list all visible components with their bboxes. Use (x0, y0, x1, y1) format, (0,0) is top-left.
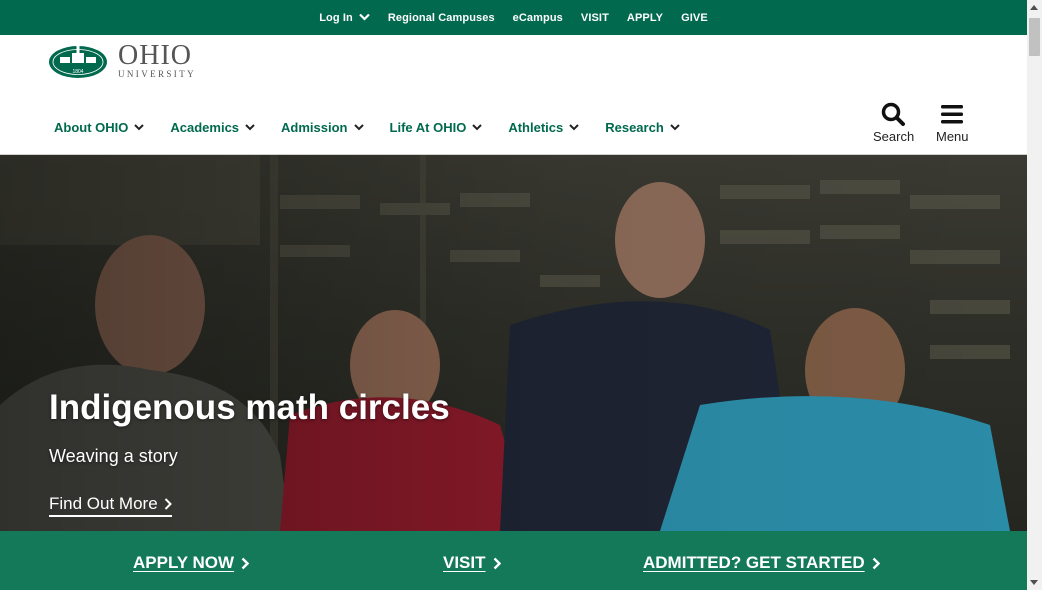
site-header: 1804 OHIO UNIVERSITY About OHIO Academic… (0, 35, 1027, 155)
seal-year: 1804 (72, 69, 83, 75)
chevron-down-icon (359, 12, 370, 24)
visit-action-link[interactable]: VISIT (443, 553, 501, 573)
logo-name: OHIO (118, 40, 192, 71)
apply-now-link[interactable]: APPLY NOW (133, 553, 250, 573)
chevron-right-icon (164, 498, 172, 510)
chevron-down-icon (472, 124, 483, 131)
chevron-down-icon (569, 124, 579, 131)
search-button[interactable]: Search (873, 102, 914, 144)
scroll-down-arrow-icon[interactable] (1030, 580, 1038, 585)
give-link[interactable]: GIVE (672, 12, 717, 24)
scroll-thumb[interactable] (1029, 18, 1040, 56)
hero-title: Indigenous math circles (49, 388, 450, 427)
find-out-more-label: Find Out More (49, 494, 158, 513)
login-link[interactable]: Log In (310, 12, 379, 24)
regional-campuses-link[interactable]: Regional Campuses (379, 12, 504, 24)
nav-athletics[interactable]: Athletics (508, 120, 579, 135)
chevron-down-icon (670, 124, 680, 131)
nav-about-ohio[interactable]: About OHIO (54, 120, 145, 135)
chevron-right-icon (872, 557, 880, 569)
visit-link[interactable]: VISIT (572, 12, 618, 24)
chevron-down-icon (353, 124, 364, 131)
nav-label: Academics (170, 120, 240, 135)
nav-academics[interactable]: Academics (170, 120, 255, 135)
logo-subname: UNIVERSITY (118, 69, 196, 79)
ohio-university-logo[interactable]: 1804 OHIO UNIVERSITY (48, 42, 196, 80)
scroll-up-arrow-icon[interactable] (1030, 5, 1038, 10)
hero-subtitle: Weaving a story (49, 446, 178, 466)
nav-label: Admission (281, 120, 348, 135)
nav-admission[interactable]: Admission (281, 120, 364, 135)
nav-label: About OHIO (54, 120, 129, 135)
search-icon (881, 102, 905, 126)
menu-label: Menu (936, 129, 969, 144)
nav-label: Athletics (508, 120, 564, 135)
visit-action-label: VISIT (443, 553, 486, 572)
nav-life-at-ohio[interactable]: Life At OHIO (390, 120, 483, 135)
apply-now-label: APPLY NOW (133, 553, 235, 572)
admitted-get-started-link[interactable]: ADMITTED? GET STARTED (643, 553, 880, 573)
university-seal-icon: 1804 (49, 42, 107, 78)
find-out-more-link[interactable]: Find Out More (49, 494, 172, 517)
chevron-down-icon (245, 124, 255, 131)
nav-label: Life At OHIO (389, 120, 467, 135)
chevron-right-icon (241, 557, 250, 569)
page-scrollbar[interactable] (1027, 0, 1042, 590)
admitted-label: ADMITTED? GET STARTED (643, 553, 865, 572)
hero-banner: Indigenous math circles Weaving a story … (0, 155, 1027, 531)
main-nav: About OHIO Academics Admission Life At O… (54, 120, 706, 135)
apply-link[interactable]: APPLY (618, 12, 672, 24)
hero-overlay (0, 155, 1027, 531)
chevron-right-icon (493, 557, 501, 569)
action-bar: APPLY NOW VISIT ADMITTED? GET STARTED (0, 531, 1027, 590)
search-label: Search (873, 129, 915, 144)
login-label: Log In (319, 11, 353, 24)
menu-button[interactable]: Menu (936, 102, 969, 144)
chevron-down-icon (134, 124, 145, 131)
nav-research[interactable]: Research (605, 120, 680, 135)
nav-label: Research (605, 120, 664, 135)
hamburger-menu-icon (941, 105, 964, 124)
ecampus-link[interactable]: eCampus (504, 12, 572, 24)
utility-bar: Log In Regional Campuses eCampus VISIT A… (0, 0, 1027, 35)
